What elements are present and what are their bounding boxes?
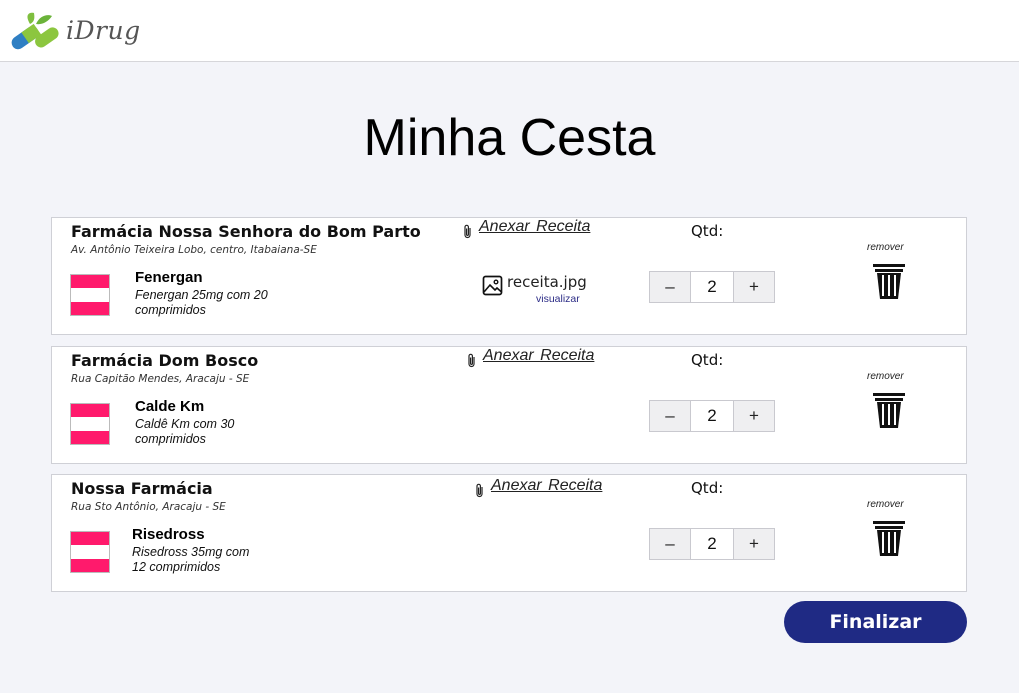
attach-receipt[interactable]: Anexar Receita [476, 477, 602, 498]
medicine-description: Caldê Km com 30 comprimidos [135, 417, 235, 446]
cart-item-card: Farmácia Nossa Senhora do Bom Parto Av. … [51, 217, 967, 335]
quantity-label: Qtd: [691, 222, 724, 240]
pharmacy-name: Farmácia Dom Bosco [71, 351, 259, 370]
paperclip-icon [476, 483, 483, 498]
logo-text: iDrug [66, 15, 141, 45]
remove-label: remover [867, 499, 904, 510]
app-header: iDrug [0, 0, 1019, 62]
pill-logo-icon [11, 12, 59, 50]
product-image [70, 403, 110, 445]
pharmacy-address: Rua Capitão Mendes, Aracaju - SE [71, 373, 250, 385]
finalize-button[interactable]: Finalizar [784, 601, 967, 643]
attach-receipt-link[interactable]: Anexar Receita [483, 347, 594, 365]
trash-icon[interactable] [870, 518, 908, 558]
page-title: Minha Cesta [363, 109, 656, 167]
medicine-name: Fenergan [135, 269, 203, 286]
product-image [70, 274, 110, 316]
pharmacy-name: Nossa Farmácia [71, 479, 213, 498]
increase-button[interactable]: + [733, 400, 775, 432]
remove-label: remover [867, 371, 904, 382]
receipt-filename: receita.jpg [507, 273, 587, 291]
quantity-stepper: – 2 + [649, 271, 775, 303]
quantity-stepper: – 2 + [649, 400, 775, 432]
paperclip-icon [464, 224, 471, 239]
attach-receipt[interactable]: Anexar Receita [464, 218, 590, 239]
app-logo[interactable]: iDrug [8, 8, 141, 52]
medicine-description: Risedross 35mg com 12 comprimidos [132, 545, 250, 574]
paperclip-icon [468, 353, 475, 368]
quantity-value[interactable]: 2 [691, 400, 733, 432]
attach-receipt[interactable]: Anexar Receita [468, 347, 594, 368]
pharmacy-name: Farmácia Nossa Senhora do Bom Parto [71, 222, 421, 241]
decrease-button[interactable]: – [649, 271, 691, 303]
product-image [70, 531, 110, 573]
image-icon [482, 275, 503, 296]
medicine-name: Calde Km [135, 398, 205, 415]
medicine-name: Risedross [132, 526, 205, 543]
remove-label: remover [867, 242, 904, 253]
quantity-value[interactable]: 2 [691, 528, 733, 560]
increase-button[interactable]: + [733, 271, 775, 303]
view-receipt-link[interactable]: visualizar [536, 293, 580, 305]
trash-icon[interactable] [870, 390, 908, 430]
attach-receipt-link[interactable]: Anexar Receita [491, 477, 602, 495]
increase-button[interactable]: + [733, 528, 775, 560]
medicine-description: Fenergan 25mg com 20 comprimidos [135, 288, 268, 317]
pharmacy-address: Av. Antônio Teixeira Lobo, centro, Itaba… [71, 244, 317, 256]
decrease-button[interactable]: – [649, 528, 691, 560]
cart-item-card: Farmácia Dom Bosco Rua Capitão Mendes, A… [51, 346, 967, 464]
pharmacy-address: Rua Sto Antônio, Aracaju - SE [71, 501, 226, 513]
quantity-label: Qtd: [691, 351, 724, 369]
attach-receipt-link[interactable]: Anexar Receita [479, 218, 590, 236]
quantity-label: Qtd: [691, 479, 724, 497]
quantity-stepper: – 2 + [649, 528, 775, 560]
quantity-value[interactable]: 2 [691, 271, 733, 303]
cart-item-card: Nossa Farmácia Rua Sto Antônio, Aracaju … [51, 474, 967, 592]
trash-icon[interactable] [870, 261, 908, 301]
decrease-button[interactable]: – [649, 400, 691, 432]
